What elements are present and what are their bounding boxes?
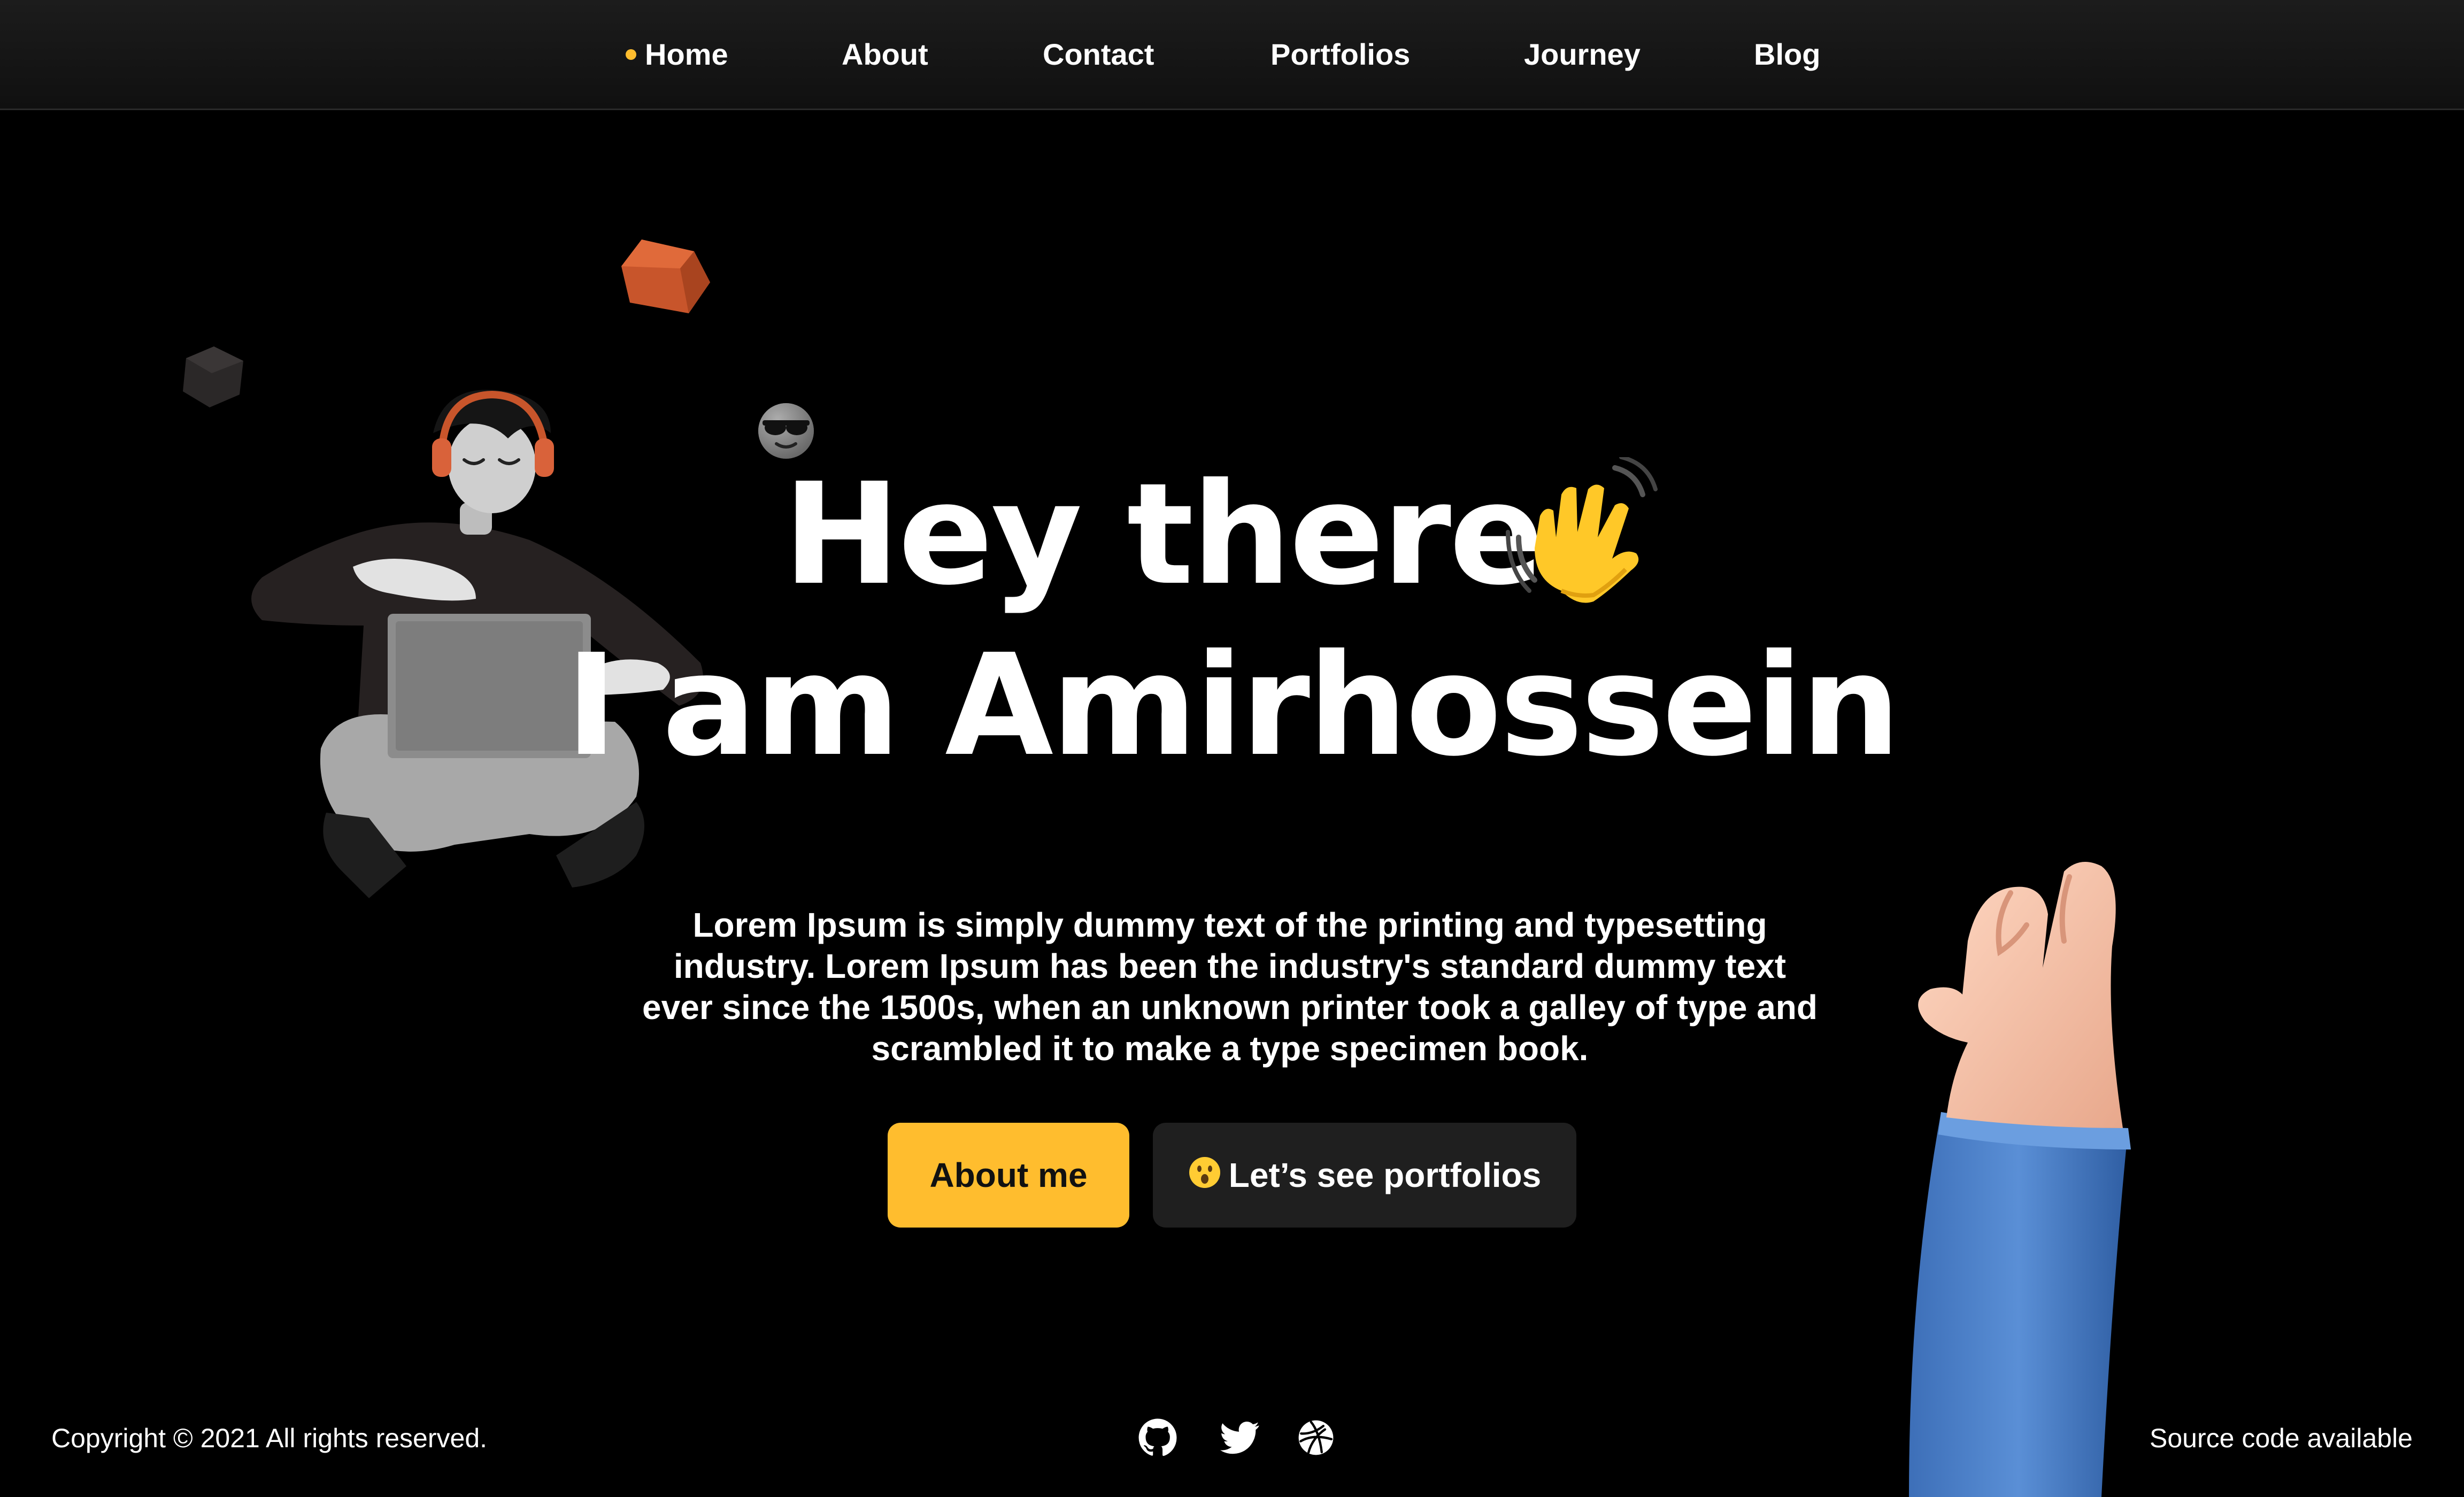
- waving-hand-icon: [1506, 457, 1658, 603]
- hero-heading-greeting: Hey there: [783, 453, 1544, 616]
- see-portfolios-button[interactable]: Let’s see portfolios: [1153, 1123, 1576, 1228]
- surprised-face-icon: [1189, 1157, 1220, 1188]
- about-me-button[interactable]: About me: [888, 1123, 1129, 1228]
- hero-heading-line-1: Hey there: [0, 454, 2464, 615]
- active-nav-indicator: [626, 49, 636, 60]
- nav-item-home[interactable]: Home: [645, 33, 728, 76]
- dribbble-icon[interactable]: [1296, 1418, 1336, 1457]
- page: Home About Contact Portfolios Journey Bl…: [0, 0, 2464, 1497]
- copyright-text: Copyright © 2021 All rights reserved.: [51, 1423, 488, 1453]
- hero-description: Lorem Ipsum is simply dummy text of the …: [642, 906, 1818, 1068]
- orange-cube-illustration: [621, 240, 710, 313]
- top-navbar: Home About Contact Portfolios Journey Bl…: [0, 0, 2464, 110]
- nav-item-about[interactable]: About: [842, 33, 928, 76]
- twitter-icon[interactable]: [1220, 1418, 1260, 1457]
- github-icon[interactable]: [1138, 1418, 1177, 1457]
- nav-item-portfolios[interactable]: Portfolios: [1270, 33, 1410, 76]
- nav-item-journey[interactable]: Journey: [1524, 33, 1641, 76]
- hero-heading-line-2: I am Amirhossein: [565, 624, 1901, 787]
- nav-item-blog[interactable]: Blog: [1754, 33, 1820, 76]
- nav-item-contact[interactable]: Contact: [1043, 33, 1154, 76]
- raised-hand-illustration: [1909, 862, 2131, 1497]
- source-code-link[interactable]: Source code available: [2150, 1419, 2413, 1457]
- see-portfolios-label: Let’s see portfolios: [1228, 1156, 1542, 1194]
